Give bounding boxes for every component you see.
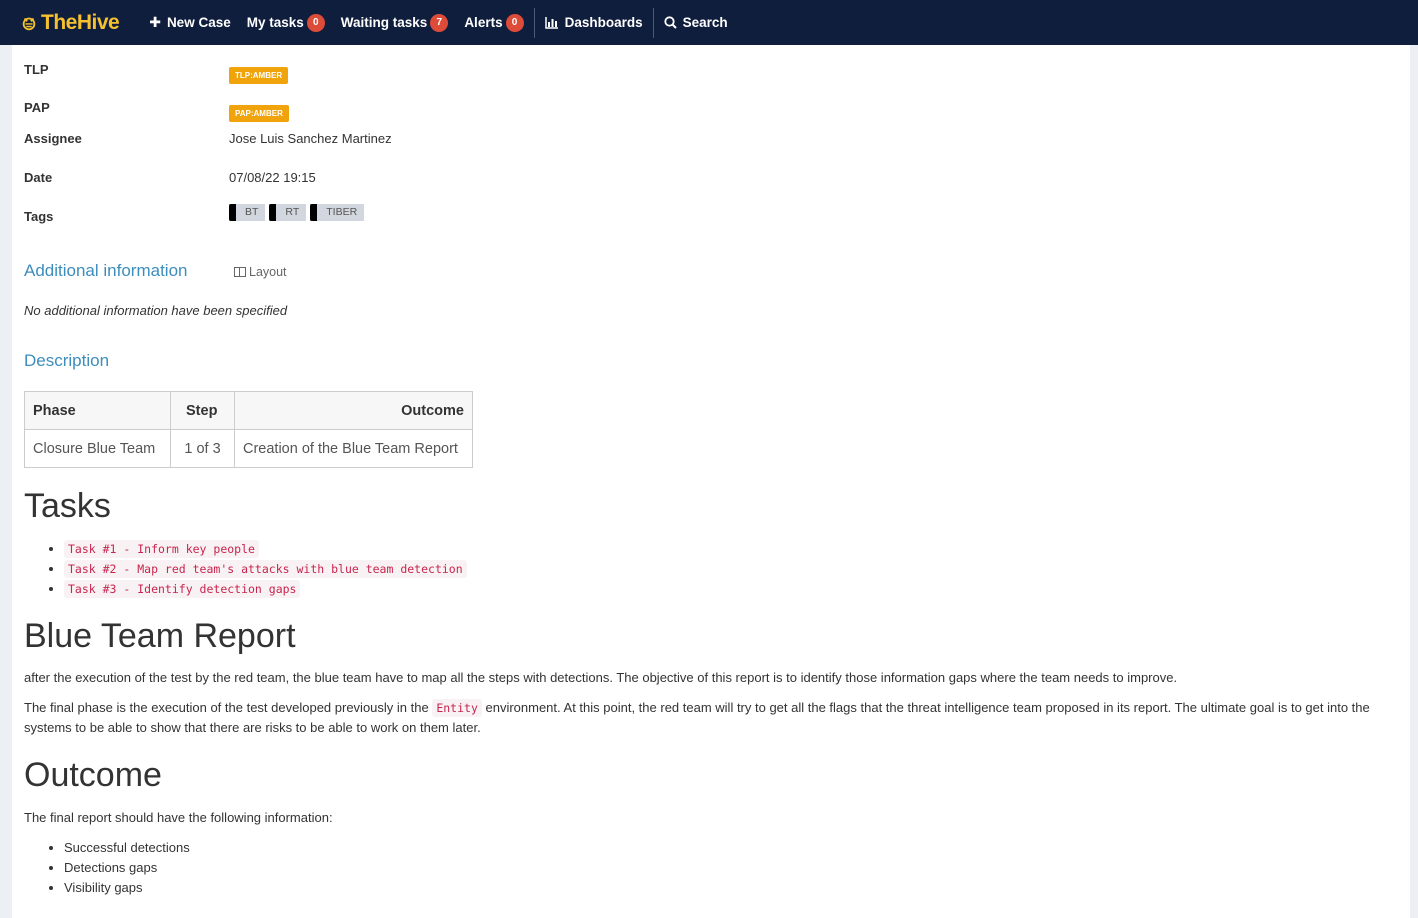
my-tasks-link[interactable]: My tasks 0 (239, 0, 333, 45)
my-tasks-label: My tasks (246, 15, 304, 30)
case-details-panel: TLP TLP:AMBER PAP PAP:AMBER Assignee Jos… (12, 45, 1410, 918)
date-label: Date (24, 170, 53, 185)
list-item: Task #2 - Map red team's attacks with bl… (64, 559, 467, 579)
tags-row: Tags BT RT TIBER (24, 203, 368, 224)
assignee-value: Jose Luis Sanchez Martinez (229, 131, 392, 146)
outcome-intro: The final report should have the followi… (24, 810, 333, 825)
waiting-tasks-label: Waiting tasks (340, 15, 428, 30)
no-additional-info-note: No additional information have been spec… (24, 303, 288, 318)
assignee-label: Assignee (24, 131, 82, 146)
list-item: Detections gaps (64, 858, 190, 878)
bar-chart-icon (544, 16, 558, 29)
tasks-list: Task #1 - Inform key people Task #2 - Ma… (24, 539, 467, 599)
brand-hive: Hive (76, 10, 120, 34)
waiting-tasks-link[interactable]: Waiting tasks 7 (333, 0, 457, 45)
table-header-step: Step (170, 391, 235, 430)
search-icon (664, 16, 677, 29)
description-heading: Description (24, 351, 110, 370)
list-item: Task #1 - Inform key people (64, 539, 467, 559)
thehive-logo[interactable]: The Hive (20, 10, 120, 35)
layout-button[interactable]: Layout (234, 265, 287, 279)
alerts-label: Alerts (464, 15, 503, 30)
tag-chip[interactable]: TIBER (310, 203, 365, 221)
tag-chip[interactable]: BT (229, 203, 266, 221)
tags-label: Tags (24, 209, 54, 224)
layout-label: Layout (249, 265, 287, 279)
pap-row: PAP PAP:AMBER (24, 92, 289, 122)
assignee-row: Assignee Jose Luis Sanchez Martinez (24, 131, 392, 146)
tasks-heading: Tasks (24, 487, 111, 525)
phase-table: Phase Step Outcome Closure Blue Team 1 o… (24, 391, 473, 468)
top-navbar: The Hive ✚ New Case My tasks 0 Waiting ta… (0, 0, 1418, 45)
dashboards-label: Dashboards (564, 15, 643, 30)
tlp-row: TLP TLP:AMBER (24, 54, 289, 84)
my-tasks-count-badge: 0 (306, 13, 325, 32)
search-link[interactable]: Search (656, 0, 736, 45)
bee-logo-icon (22, 17, 36, 30)
tlp-label: TLP (24, 61, 49, 77)
new-case-button[interactable]: ✚ New Case (141, 0, 239, 45)
search-label: Search (682, 15, 728, 30)
nav-divider (652, 7, 654, 38)
outcome-heading: Outcome (24, 756, 162, 794)
pap-label: PAP (24, 99, 50, 115)
table-row: Closure Blue Team 1 of 3 Creation of the… (24, 429, 473, 468)
tag-chip[interactable]: RT (269, 203, 307, 221)
entity-code: Entity (432, 699, 482, 717)
nav-divider (533, 7, 535, 38)
report-paragraph-1: after the execution of the test by the r… (24, 670, 1178, 685)
new-case-label: New Case (166, 15, 231, 30)
list-item: Successful detections (64, 838, 190, 858)
table-cell-outcome: Creation of the Blue Team Report (234, 429, 473, 468)
dashboards-link[interactable]: Dashboards (537, 0, 651, 45)
outcome-list: Successful detections Detections gaps Vi… (24, 838, 190, 898)
date-row: Date 07/08/22 19:15 (24, 170, 316, 185)
list-item: Visibility gaps (64, 878, 190, 898)
list-item: Task #3 - Identify detection gaps (64, 579, 467, 599)
report-paragraph-2: The final phase is the execution of the … (24, 699, 1370, 735)
table-cell-phase: Closure Blue Team (24, 429, 171, 468)
table-cell-step: 1 of 3 (170, 429, 235, 468)
tlp-badge: TLP:AMBER (229, 67, 289, 84)
date-value: 07/08/22 19:15 (229, 170, 316, 185)
scrollbar-track[interactable] (1410, 45, 1418, 918)
pap-badge: PAP:AMBER (229, 105, 289, 122)
table-header-outcome: Outcome (234, 391, 473, 430)
brand-the: The (41, 10, 77, 34)
table-header-phase: Phase (24, 391, 171, 430)
alerts-count-badge: 0 (505, 13, 524, 32)
waiting-tasks-count-badge: 7 (430, 13, 449, 32)
alerts-link[interactable]: Alerts 0 (456, 0, 531, 45)
plus-icon: ✚ (149, 14, 161, 30)
columns-icon (234, 267, 246, 277)
additional-information-heading: Additional information (24, 261, 188, 280)
blue-team-report-heading: Blue Team Report (24, 617, 296, 655)
